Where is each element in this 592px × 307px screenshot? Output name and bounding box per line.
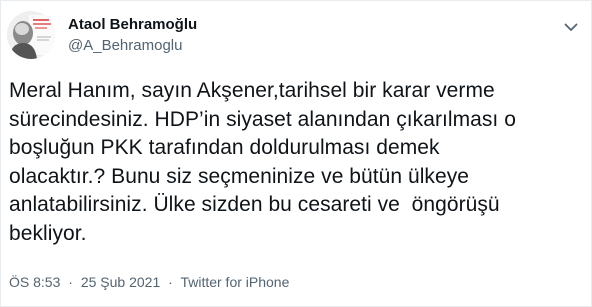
meta-separator: · (68, 274, 73, 290)
tweet-text: Meral Hanım, sayın Akşener,tarihsel bir … (9, 79, 516, 245)
chevron-down-icon (564, 23, 578, 31)
tweet-meta: ÖS 8:53 · 25 Şub 2021 · Twitter for iPho… (9, 273, 289, 291)
tweet-card: Ataol Behramoğlu @A_Behramoglu Meral Han… (0, 0, 592, 307)
author-names: Ataol Behramoğlu @A_Behramoglu (68, 15, 197, 56)
author-display-name[interactable]: Ataol Behramoğlu (68, 15, 197, 35)
tweet-timestamp-date[interactable]: 25 Şub 2021 (81, 274, 160, 290)
tweet-source[interactable]: Twitter for iPhone (180, 274, 289, 290)
avatar-image (7, 11, 55, 59)
more-options-button[interactable] (561, 17, 581, 37)
tweet-timestamp-time[interactable]: ÖS 8:53 (9, 274, 60, 290)
avatar[interactable] (7, 11, 55, 59)
meta-separator: · (168, 274, 173, 290)
author-handle[interactable]: @A_Behramoglu (68, 36, 197, 56)
tweet-header: Ataol Behramoğlu @A_Behramoglu (7, 11, 581, 61)
